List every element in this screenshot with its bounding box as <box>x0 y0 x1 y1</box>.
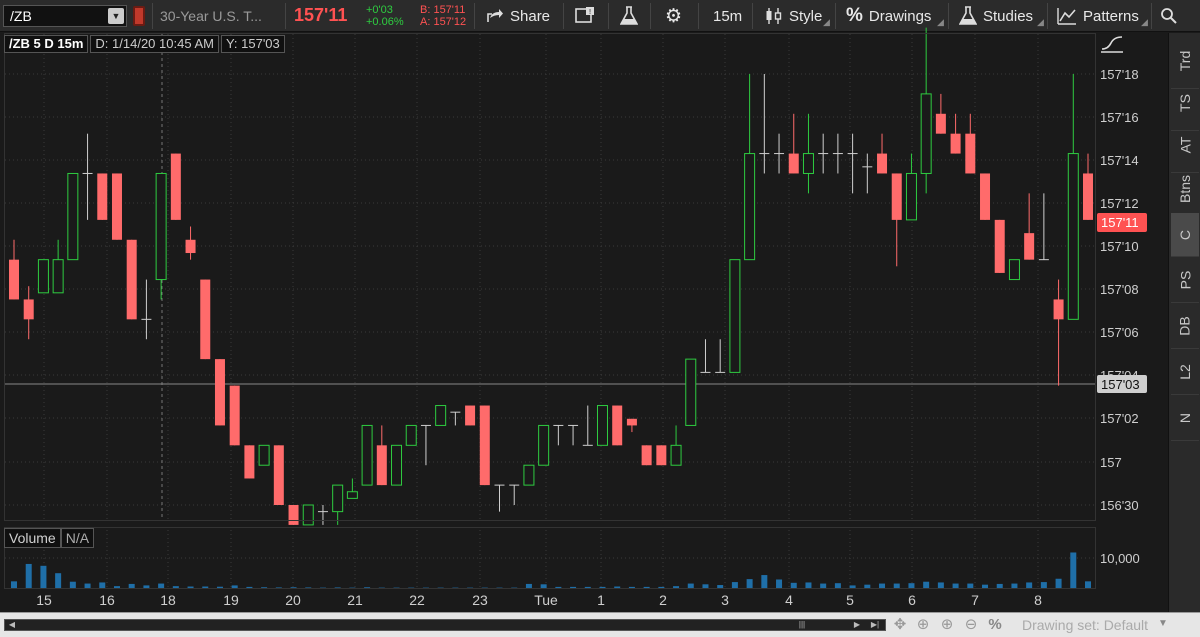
y-tick-label: 157'16 <box>1100 110 1139 125</box>
y-tick-label: 157'10 <box>1100 239 1139 254</box>
right-sidebar: Trd TS AT Btns C PS DB L2 N <box>1168 33 1200 613</box>
sidebar-item-n[interactable]: N <box>1171 395 1199 441</box>
y-tick-label: 157'08 <box>1100 282 1139 297</box>
pan-icon[interactable]: ✥ <box>890 615 910 635</box>
chart-header: /ZB 5 D 15m D: 1/14/20 10:45 AM Y: 157'0… <box>4 35 287 53</box>
crosshair-y: Y: 157'03 <box>220 35 285 53</box>
x-tick-label: 20 <box>285 592 301 608</box>
x-tick-label: 8 <box>1034 592 1042 608</box>
x-tick-label: 3 <box>721 592 729 608</box>
scroll-end-icon[interactable]: ▶| <box>869 620 881 630</box>
y-tick-label: 157 <box>1100 455 1122 470</box>
sidebar-item-label: N <box>1177 412 1193 423</box>
percent-scale-icon[interactable]: % <box>985 615 1005 635</box>
chevron-down-icon[interactable]: ▼ <box>1158 618 1168 629</box>
x-tick-label: 22 <box>409 592 425 608</box>
sidebar-item-label: Btns <box>1177 174 1194 203</box>
y-tick-label: 157'12 <box>1100 196 1139 211</box>
y-tick-label: 157'06 <box>1100 325 1139 340</box>
drawing-set-select[interactable]: Drawing set: Default <box>1022 617 1148 633</box>
horizontal-scrollbar[interactable]: ◀ ||| ▶ ▶| <box>4 619 886 631</box>
sidebar-item-label: L2 <box>1176 363 1193 380</box>
price-panel-frame <box>4 33 1096 521</box>
sidebar-item-label: C <box>1177 229 1193 240</box>
sidebar-item-label: PS <box>1177 270 1193 289</box>
sidebar-item-db[interactable]: DB <box>1171 303 1199 349</box>
y-tick-label: 156'30 <box>1100 498 1139 513</box>
sidebar-item-ps[interactable]: PS <box>1171 257 1199 303</box>
last-price-tag-label: 157'11 <box>1101 215 1139 230</box>
zoom-out-icon[interactable]: ⊖ <box>961 615 981 635</box>
x-tick-label: Tue <box>534 592 558 608</box>
x-tick-label: 1 <box>597 592 605 608</box>
sidebar-item-label: DB <box>1176 315 1193 336</box>
sidebar-item-label: TS <box>1176 93 1193 112</box>
x-tick-label: 15 <box>36 592 52 608</box>
y-tick-label: 157'18 <box>1100 67 1139 82</box>
x-tick-label: 16 <box>99 592 115 608</box>
crosshair-price-tag-label: 157'03 <box>1101 377 1140 392</box>
scroll-right-icon[interactable]: ▶ <box>851 620 863 630</box>
sidebar-item-c[interactable]: C <box>1171 213 1199 257</box>
x-tick-label: 19 <box>223 592 239 608</box>
x-tick-label: 23 <box>472 592 488 608</box>
volume-label[interactable]: Volume <box>4 528 61 548</box>
crosshair-date: D: 1/14/20 10:45 AM <box>90 35 219 53</box>
sidebar-item-label: AT <box>1176 136 1193 153</box>
x-tick-label: 4 <box>785 592 793 608</box>
bottom-bar: ◀ ||| ▶ ▶| ✥ ⊕ ⊕ ⊖ % Drawing set: Defaul… <box>0 612 1200 637</box>
sidebar-item-label: Trd <box>1176 50 1193 71</box>
sidebar-item-l2[interactable]: L2 <box>1171 349 1199 395</box>
y-tick-label: 157'14 <box>1100 153 1139 168</box>
chart-symbol-label[interactable]: /ZB 5 D 15m <box>4 35 89 53</box>
x-tick-label: 18 <box>160 592 176 608</box>
zoom-in-icon[interactable]: ⊕ <box>937 615 957 635</box>
x-tick-label: 5 <box>846 592 854 608</box>
volume-tick-label: 10,000 <box>1100 551 1140 566</box>
chart-style-icon[interactable] <box>1100 36 1126 54</box>
y-tick-label: 157'02 <box>1100 411 1139 426</box>
scroll-left-icon[interactable]: ◀ <box>5 620 19 630</box>
volume-panel-frame <box>4 527 1096 589</box>
x-tick-label: 2 <box>659 592 667 608</box>
volume-header: Volume N/A <box>4 528 95 548</box>
x-tick-label: 7 <box>971 592 979 608</box>
x-tick-label: 21 <box>347 592 363 608</box>
x-tick-label: 6 <box>908 592 916 608</box>
crosshair-icon[interactable]: ⊕ <box>913 615 933 635</box>
volume-value: N/A <box>60 528 95 548</box>
scroll-thumb[interactable]: ||| <box>795 621 809 629</box>
sidebar-item-btns[interactable]: Btns <box>1171 161 1199 217</box>
